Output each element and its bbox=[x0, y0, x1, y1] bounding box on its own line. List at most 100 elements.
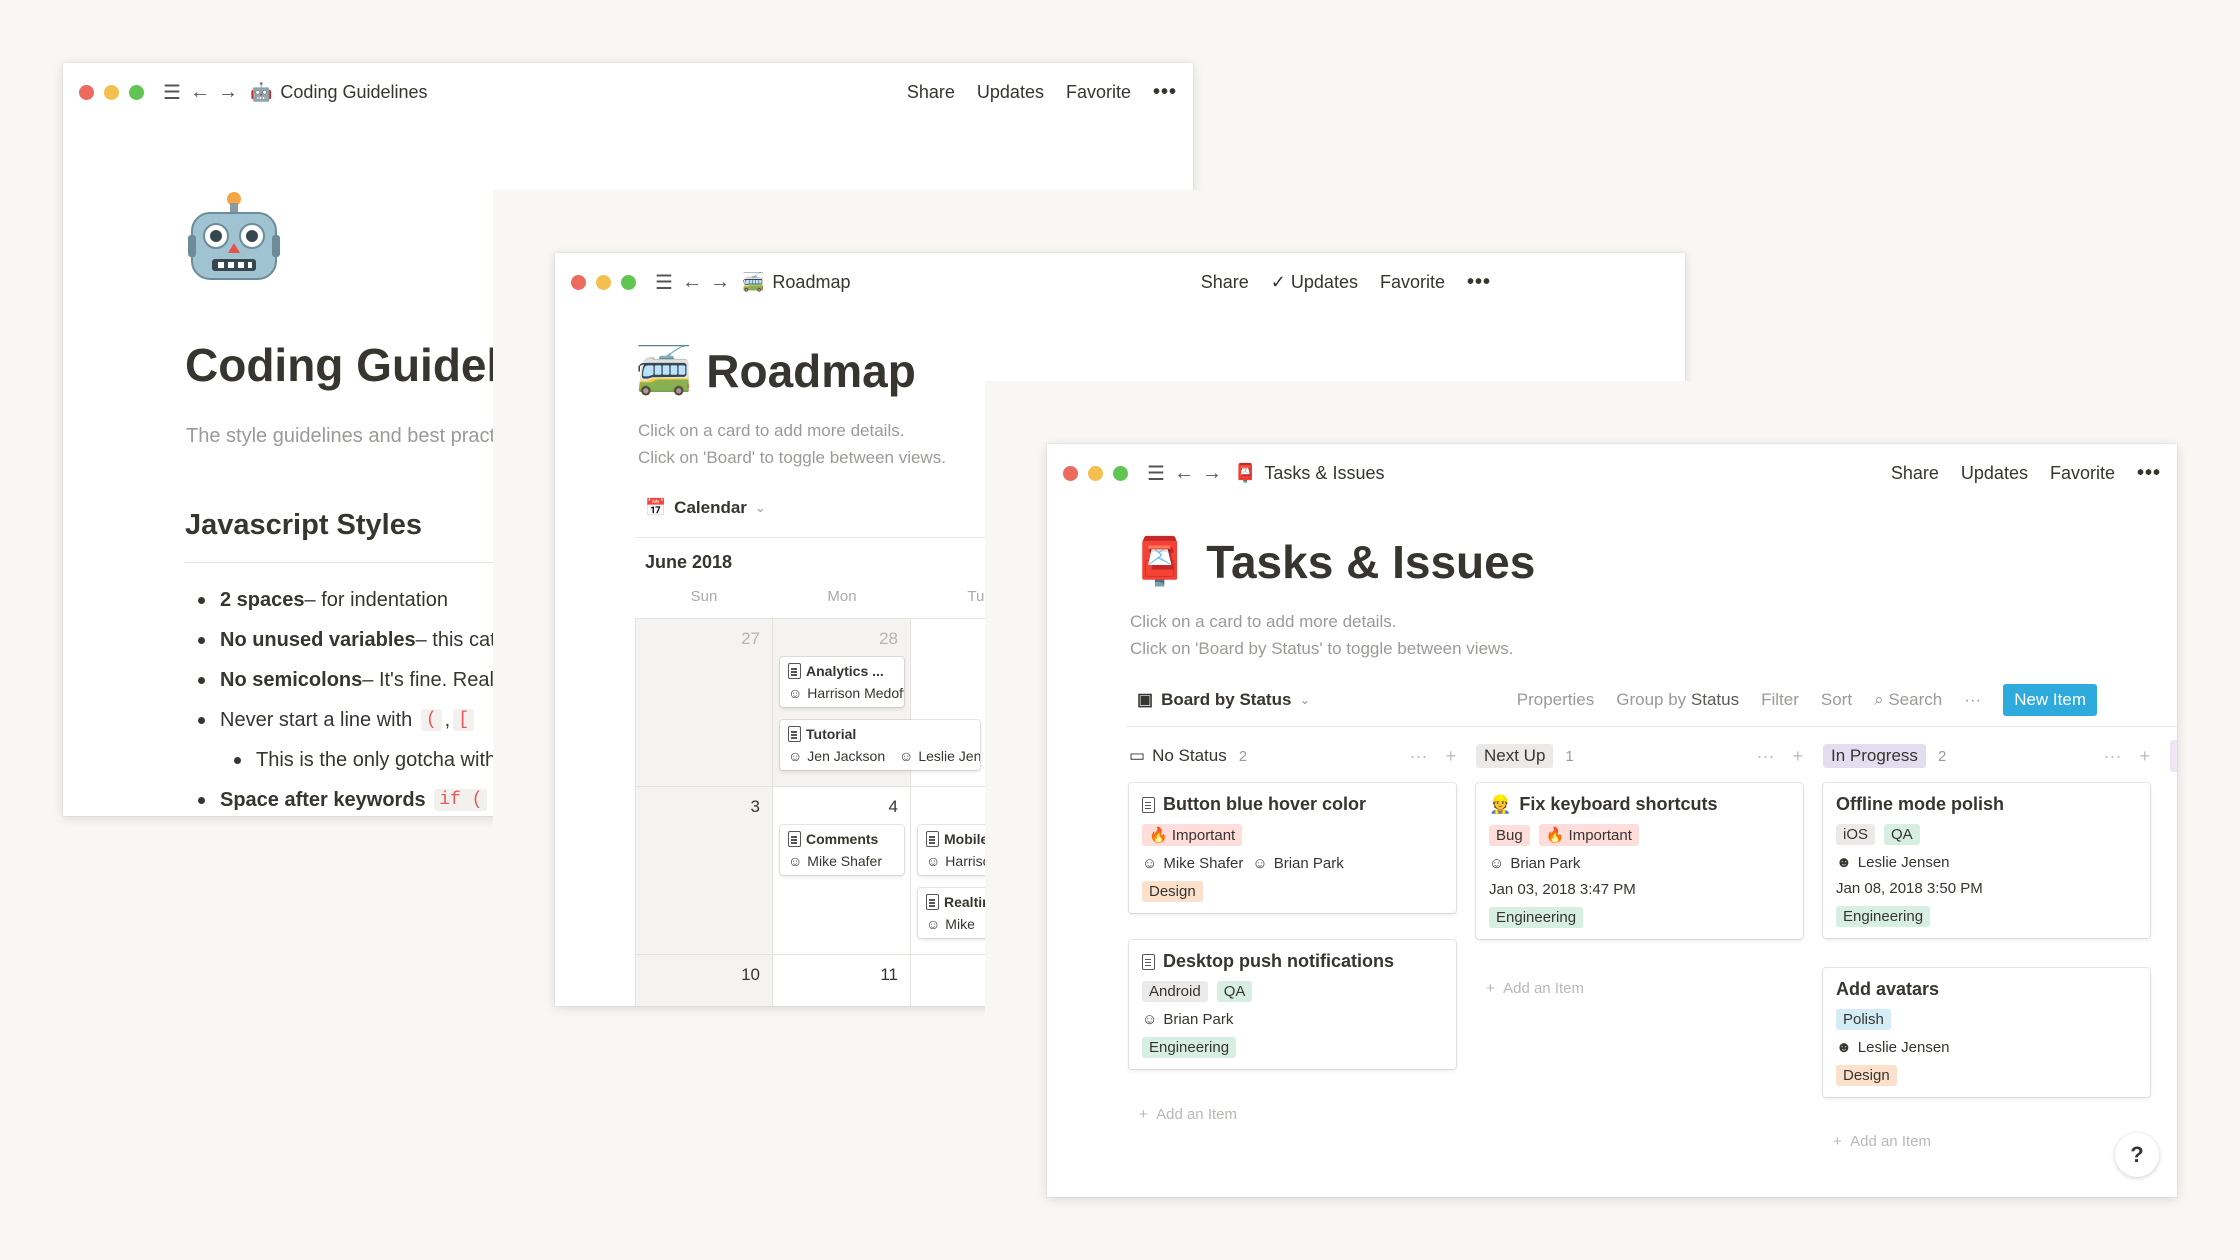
document-icon bbox=[788, 831, 801, 847]
more-options-icon[interactable]: ••• bbox=[1467, 271, 1491, 294]
card-title: Button blue hover color bbox=[1163, 794, 1367, 814]
next-column-peek[interactable] bbox=[2170, 740, 2177, 772]
view-label: Board by Status bbox=[1161, 690, 1292, 709]
add-item-button[interactable]: + Add an Item bbox=[1486, 980, 1584, 997]
person: ☻ Leslie Jensen bbox=[1836, 854, 1950, 871]
card-title: Comments bbox=[806, 831, 879, 847]
person: ☺ Brian Park bbox=[1142, 1011, 1233, 1028]
forward-arrow-icon[interactable]: → bbox=[706, 271, 734, 294]
maximize-button[interactable] bbox=[129, 84, 144, 100]
maximize-button[interactable] bbox=[1113, 465, 1128, 481]
back-arrow-icon[interactable]: ← bbox=[1170, 462, 1198, 485]
breadcrumb[interactable]: 🚎 Roadmap bbox=[742, 272, 850, 293]
properties-button[interactable]: Properties bbox=[1517, 690, 1594, 710]
close-button[interactable] bbox=[1063, 465, 1078, 481]
favorite-button[interactable]: Favorite bbox=[1066, 82, 1131, 103]
calendar-card[interactable]: Comments ☺ Mike Shafer bbox=[780, 825, 904, 875]
share-button[interactable]: Share bbox=[1201, 272, 1249, 293]
day-number: 4 bbox=[888, 797, 898, 816]
person-name: Mike Shafer bbox=[807, 853, 882, 869]
view-switcher[interactable]: ▣ Board by Status ⌄ bbox=[1137, 690, 1310, 710]
column-count: 2 bbox=[1238, 747, 1248, 765]
back-arrow-icon[interactable]: ← bbox=[186, 81, 214, 104]
column-menu-icon[interactable]: ··· bbox=[1410, 746, 1428, 767]
menu-icon[interactable]: ☰ bbox=[650, 270, 678, 295]
calendar-card[interactable]: Analytics ... ☺ Harrison Medoff bbox=[780, 657, 904, 707]
updates-button[interactable]: ✓ Updates bbox=[1271, 272, 1358, 293]
close-button[interactable] bbox=[79, 84, 94, 100]
column-header[interactable]: In Progress 2 ··· + bbox=[1823, 740, 2150, 772]
more-options-icon[interactable]: ••• bbox=[1153, 81, 1177, 104]
tasks-issues-window: ☰ ← → 📮 Tasks & Issues Share Updates Fav… bbox=[1047, 444, 2177, 1197]
page-description: Click on a card to add more details. Cli… bbox=[1130, 608, 1514, 662]
calendar-day-cell[interactable]: 28 Analytics ... ☺ Harrison Medoff Tutori… bbox=[773, 619, 980, 787]
calendar-month: June 2018 bbox=[645, 552, 733, 572]
titlebar: ☰ ← → 🚎 Roadmap Share ✓ Updates Favorite… bbox=[555, 253, 1685, 311]
minimize-button[interactable] bbox=[596, 274, 611, 290]
board-card[interactable]: Desktop push notifications Android QA ☺ B… bbox=[1129, 940, 1456, 1069]
search-button[interactable]: ⌕ Search bbox=[1874, 690, 1942, 710]
view-switcher[interactable]: 📅 Calendar ⌄ bbox=[645, 498, 766, 518]
updates-button[interactable]: Updates bbox=[977, 82, 1044, 103]
calendar-day-cell[interactable]: 11 bbox=[773, 955, 911, 1006]
avatar: ☺ bbox=[788, 853, 803, 869]
titlebar: ☰ ← → 🤖 Coding Guidelines Share Updates … bbox=[63, 63, 1193, 121]
chevron-down-icon: ⌄ bbox=[1299, 692, 1311, 707]
postbox-icon[interactable]: 📮 bbox=[1131, 534, 1188, 589]
column-menu-icon[interactable]: ··· bbox=[2104, 746, 2122, 767]
group-by-button[interactable]: Group by Status bbox=[1616, 690, 1739, 710]
more-tools-button[interactable]: ··· bbox=[1964, 690, 1981, 710]
filter-button[interactable]: Filter bbox=[1761, 690, 1799, 710]
column-header[interactable]: ▭ No Status 2 ··· + bbox=[1129, 740, 1456, 772]
menu-icon[interactable]: ☰ bbox=[1142, 461, 1170, 486]
favorite-button[interactable]: Favorite bbox=[2050, 463, 2115, 484]
column-count: 1 bbox=[1565, 747, 1574, 765]
breadcrumb[interactable]: 🤖 Coding Guidelines bbox=[250, 82, 428, 103]
add-icon[interactable]: + bbox=[1792, 746, 1803, 767]
add-item-button[interactable]: + Add an Item bbox=[1139, 1106, 1237, 1123]
help-button[interactable]: ? bbox=[2115, 1133, 2159, 1177]
minimize-button[interactable] bbox=[104, 84, 119, 100]
updates-button[interactable]: Updates bbox=[1961, 463, 2028, 484]
avatar: ☺ bbox=[788, 685, 803, 701]
forward-arrow-icon[interactable]: → bbox=[1198, 462, 1226, 485]
maximize-button[interactable] bbox=[621, 274, 636, 290]
minimize-button[interactable] bbox=[1088, 465, 1103, 481]
sort-button[interactable]: Sort bbox=[1821, 690, 1852, 710]
robot-page-icon[interactable] bbox=[188, 191, 280, 288]
board-card[interactable]: 👷 Fix keyboard shortcuts Bug 🔥 Important … bbox=[1476, 783, 1803, 939]
topbar-actions: Share Updates Favorite ••• bbox=[907, 81, 1177, 104]
add-item-label: Add an Item bbox=[1850, 1133, 1931, 1150]
forward-arrow-icon[interactable]: → bbox=[214, 81, 242, 104]
calendar-day-cell[interactable]: 3 bbox=[635, 787, 773, 955]
board-card[interactable]: Button blue hover color 🔥 Important ☺ Mik… bbox=[1129, 783, 1456, 913]
back-arrow-icon[interactable]: ← bbox=[678, 271, 706, 294]
calendar-day-cell[interactable]: 27 bbox=[635, 619, 773, 787]
add-icon[interactable]: + bbox=[1445, 746, 1456, 767]
document-icon bbox=[926, 894, 939, 910]
add-item-button[interactable]: + Add an Item bbox=[1833, 1133, 1931, 1150]
calendar-day-cell[interactable]: 4 Comments ☺ Mike Shafer bbox=[773, 787, 911, 955]
breadcrumb[interactable]: 📮 Tasks & Issues bbox=[1234, 463, 1384, 484]
board-card[interactable]: Offline mode polish iOS QA ☻ Leslie Jense… bbox=[1823, 783, 2150, 938]
card-date: Jan 03, 2018 3:47 PM bbox=[1489, 881, 1636, 898]
more-options-icon[interactable]: ••• bbox=[2137, 462, 2161, 485]
share-button[interactable]: Share bbox=[1891, 463, 1939, 484]
person-name: Leslie Jensen bbox=[1857, 854, 1950, 871]
person-at-computer-icon: 👷 bbox=[1489, 794, 1512, 814]
menu-icon[interactable]: ☰ bbox=[158, 80, 186, 105]
board-card[interactable]: Add avatars Polish ☻ Leslie Jensen Design bbox=[1823, 968, 2150, 1097]
new-item-button[interactable]: New Item bbox=[2003, 684, 2097, 716]
calendar-day-cell[interactable]: 10 bbox=[635, 955, 773, 1006]
tag-engineering: Engineering bbox=[1836, 906, 1931, 927]
close-button[interactable] bbox=[571, 274, 586, 290]
trolleybus-icon[interactable]: 🚎 bbox=[635, 343, 692, 398]
day-number: 27 bbox=[741, 629, 760, 648]
share-button[interactable]: Share bbox=[907, 82, 955, 103]
weekday-label: Mon bbox=[827, 588, 857, 605]
column-menu-icon[interactable]: ··· bbox=[1757, 746, 1775, 767]
add-icon[interactable]: + bbox=[2139, 746, 2150, 767]
favorite-button[interactable]: Favorite bbox=[1380, 272, 1445, 293]
tag-design: Design bbox=[1142, 881, 1203, 902]
column-header[interactable]: Next Up 1 ··· + bbox=[1476, 740, 1803, 772]
